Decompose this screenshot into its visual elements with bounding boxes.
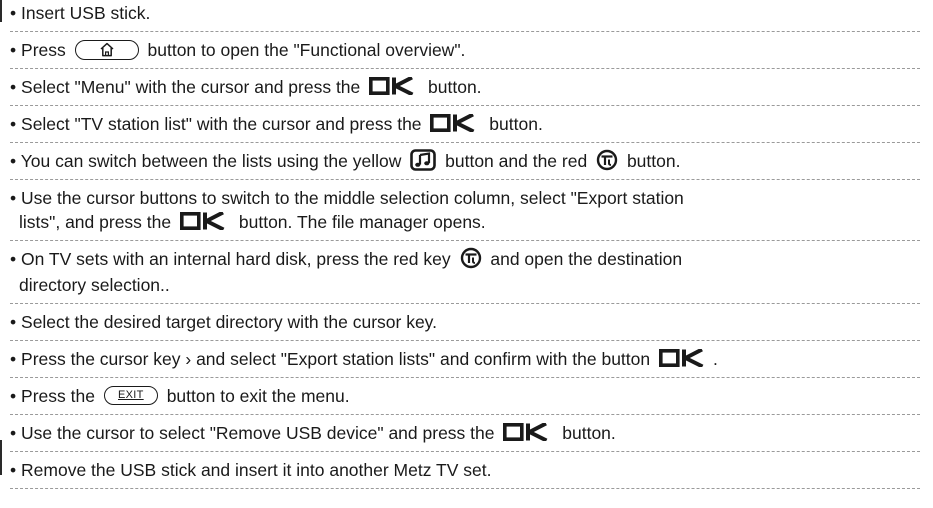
teletext-icon [596, 150, 618, 171]
step-text: button and the red [445, 151, 588, 171]
step-remove-stick: • Remove the USB stick and insert it int… [10, 458, 910, 482]
bullet: • [10, 460, 17, 480]
separator [10, 31, 920, 32]
step-select-menu: • Select "Menu" with the cursor and pres… [10, 75, 910, 99]
step-select-directory: • Select the desired target directory wi… [10, 310, 910, 334]
exit-key-icon: EXIT [103, 386, 158, 406]
separator [10, 179, 920, 180]
bullet: • [10, 40, 17, 60]
step-text: lists", and press the [19, 212, 172, 232]
step-insert-usb: • Insert USB stick. [10, 1, 910, 25]
separator [10, 105, 920, 106]
step-text: Select "TV station list" with the cursor… [21, 114, 422, 134]
step-text: button. [428, 77, 482, 97]
step-text: and open the destination [490, 249, 683, 269]
step-hard-disk: • On TV sets with an internal hard disk,… [10, 247, 910, 297]
step-text: Use the cursor buttons to switch to the … [21, 188, 684, 208]
step-text: button. [489, 114, 543, 134]
instructions-page: • Insert USB stick. • Press button to op… [0, 0, 933, 508]
separator [10, 488, 920, 489]
step-text: Select the desired target directory with… [21, 312, 437, 332]
ok-icon [180, 212, 225, 231]
ok-icon [430, 114, 475, 133]
step-exit-menu: • Press the EXIT button to exit the menu… [10, 384, 910, 408]
step-text: Select "Menu" with the cursor and press … [21, 77, 361, 97]
separator [10, 414, 920, 415]
step-text: directory selection.. [19, 275, 170, 296]
step-text: button. The file manager opens. [238, 212, 486, 232]
step-export-lists: • Use the cursor buttons to switch to th… [10, 186, 910, 234]
bullet: • [10, 3, 17, 23]
bullet: • [10, 77, 17, 97]
step-text: Press the [21, 386, 95, 406]
step-text: Press [21, 40, 66, 60]
bullet: • [10, 188, 17, 208]
separator [10, 303, 920, 304]
step-confirm-export: • Press the cursor key › and select "Exp… [10, 347, 910, 371]
step-switch-lists: • You can switch between the lists using… [10, 149, 910, 175]
step-text: On TV sets with an internal hard disk, p… [21, 249, 451, 269]
separator [10, 68, 920, 69]
step-select-station-list: • Select "TV station list" with the curs… [10, 112, 910, 136]
separator [10, 451, 920, 452]
separator [10, 142, 920, 143]
bullet: • [10, 151, 17, 171]
margin-rule [0, 440, 2, 475]
separator [10, 240, 920, 241]
step-text: Remove the USB stick and insert it into … [21, 460, 492, 480]
step-text: You can switch between the lists using t… [20, 151, 402, 171]
music-note-icon [410, 149, 437, 172]
step-text: Use the cursor to select "Remove USB dev… [21, 423, 495, 443]
bullet: • [10, 312, 17, 332]
bullet: • [10, 114, 17, 134]
step-open-overview: • Press button to open the "Functional o… [10, 38, 910, 63]
separator [10, 377, 920, 378]
margin-rule [0, 0, 2, 22]
home-icon [74, 39, 139, 60]
bullet: • [10, 386, 17, 406]
step-remove-device: • Use the cursor to select "Remove USB d… [10, 421, 910, 445]
step-text: Press the cursor key › and select "Expor… [21, 349, 651, 369]
teletext-icon [460, 248, 481, 269]
separator [10, 340, 920, 341]
bullet: • [10, 349, 17, 369]
bullet: • [10, 249, 17, 269]
ok-icon [659, 349, 704, 368]
ok-icon [503, 423, 548, 442]
step-text: button. [626, 151, 681, 171]
step-text: button to open the "Functional overview"… [147, 40, 466, 60]
step-text: Insert USB stick. [21, 3, 151, 23]
step-text: . [713, 349, 718, 369]
step-text: button. [562, 423, 616, 443]
bullet: • [10, 423, 17, 443]
step-text: button to exit the menu. [166, 386, 350, 406]
ok-icon [369, 77, 414, 96]
